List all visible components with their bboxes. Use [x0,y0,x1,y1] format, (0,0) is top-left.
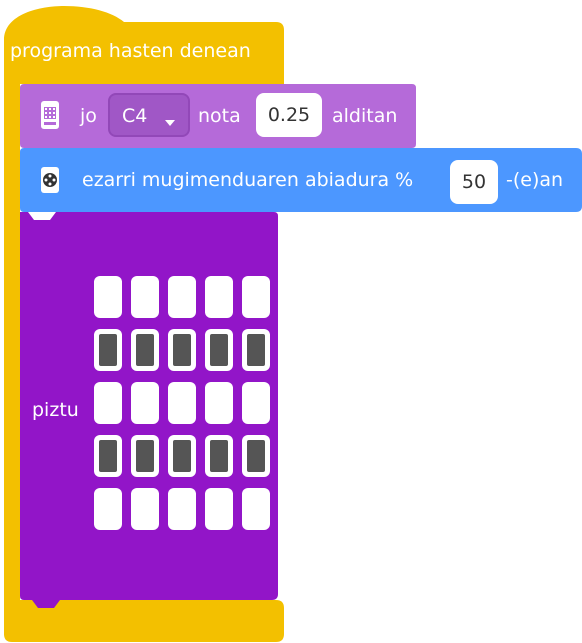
led-cell[interactable] [168,329,196,371]
led-cell[interactable] [168,382,196,424]
show-leds-block[interactable]: piztu [20,212,280,608]
led-cell[interactable] [131,382,159,424]
led-cell[interactable] [168,488,196,530]
speed-input[interactable]: 50 [450,160,498,204]
speed-suffix-label: -(e)an [506,169,564,191]
led-cell[interactable] [131,488,159,530]
led-cell[interactable] [94,329,122,371]
led-cell[interactable] [242,329,270,371]
beats-label: alditan [332,105,398,127]
led-grid [94,276,278,538]
chevron-down-icon [164,112,176,131]
set-speed-label: ezarri mugimenduaren abiadura % [82,169,414,191]
led-cell[interactable] [131,329,159,371]
led-cell[interactable] [242,276,270,318]
beats-input[interactable]: 0.25 [256,93,322,137]
note-value: C4 [122,105,148,127]
servo-icon [40,166,60,198]
hat-block-label: programa hasten denean [10,40,251,62]
play-label: jo [80,105,97,127]
led-cell[interactable] [131,276,159,318]
led-cell[interactable] [205,435,233,477]
led-cell[interactable] [94,382,122,424]
led-cell[interactable] [205,276,233,318]
led-cell[interactable] [242,435,270,477]
microbit-icon [40,100,60,134]
show-leds-label: piztu [32,399,79,421]
led-cell[interactable] [94,488,122,530]
led-cell[interactable] [242,488,270,530]
play-note-block[interactable]: jo C4 nota 0.25 alditan [20,84,416,148]
led-cell[interactable] [131,435,159,477]
led-cell[interactable] [168,276,196,318]
led-cell[interactable] [94,435,122,477]
led-cell[interactable] [205,488,233,530]
note-dropdown[interactable]: C4 [108,93,190,137]
led-cell[interactable] [205,382,233,424]
set-motor-speed-block[interactable]: ezarri mugimenduaren abiadura % 50 -(e)a… [20,148,582,212]
led-cell[interactable] [168,435,196,477]
note-label: nota [198,105,241,127]
led-cell[interactable] [242,382,270,424]
led-cell[interactable] [205,329,233,371]
led-cell[interactable] [94,276,122,318]
